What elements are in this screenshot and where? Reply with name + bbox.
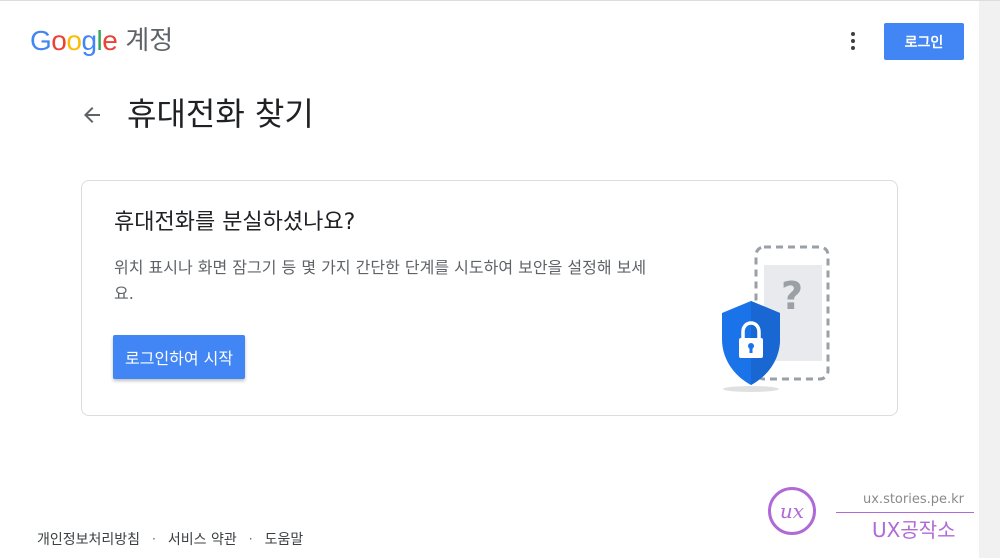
privacy-policy-link[interactable]: 개인정보처리방침 [37,529,140,549]
signin-button[interactable]: 로그인 [884,23,964,60]
header: Google 계정 로그인 [0,1,979,83]
vertical-scrollbar[interactable] [979,1,1000,558]
terms-of-service-link[interactable]: 서비스 약관 [168,529,237,549]
footer-separator: · [152,532,156,546]
more-vert-icon[interactable] [841,29,865,53]
svg-text:?: ? [781,274,803,318]
card-description: 위치 표시나 화면 잠그기 등 몇 가지 간단한 단계를 시도하여 보안을 설정… [114,258,647,303]
product-name: 계정 [125,26,174,56]
page-title: 휴대전화 찾기 [127,95,314,133]
watermark-divider [836,512,974,513]
watermark-url: ux.stories.pe.kr [863,492,965,507]
watermark-logo: ux [768,487,816,535]
google-logo: Google [30,25,118,56]
watermark-name: UX공작소 [872,518,956,542]
footer: 개인정보처리방침 · 서비스 약관 · 도움말 [37,529,303,549]
footer-separator: · [248,532,253,546]
watermark: ux ux.stories.pe.kr UX공작소 [768,485,978,545]
lost-phone-lock-icon: ? [722,245,830,392]
card-heading: 휴대전화를 분실하셨나요? [114,210,356,235]
help-link[interactable]: 도움말 [265,529,304,549]
lost-phone-card: 휴대전화를 분실하셨나요? 위치 표시나 화면 잠그기 등 몇 가지 간단한 단… [81,180,898,416]
scrollbar-thumb[interactable] [981,3,998,423]
page: Google 계정 로그인 휴대전화 찾기 휴대전화를 분실하셨나요? 위치 표… [0,0,1000,558]
google-account-logo[interactable]: Google 계정 [30,23,173,59]
signin-start-button[interactable]: 로그인하여 시작 [113,335,246,379]
arrow-back-icon[interactable] [80,103,104,127]
